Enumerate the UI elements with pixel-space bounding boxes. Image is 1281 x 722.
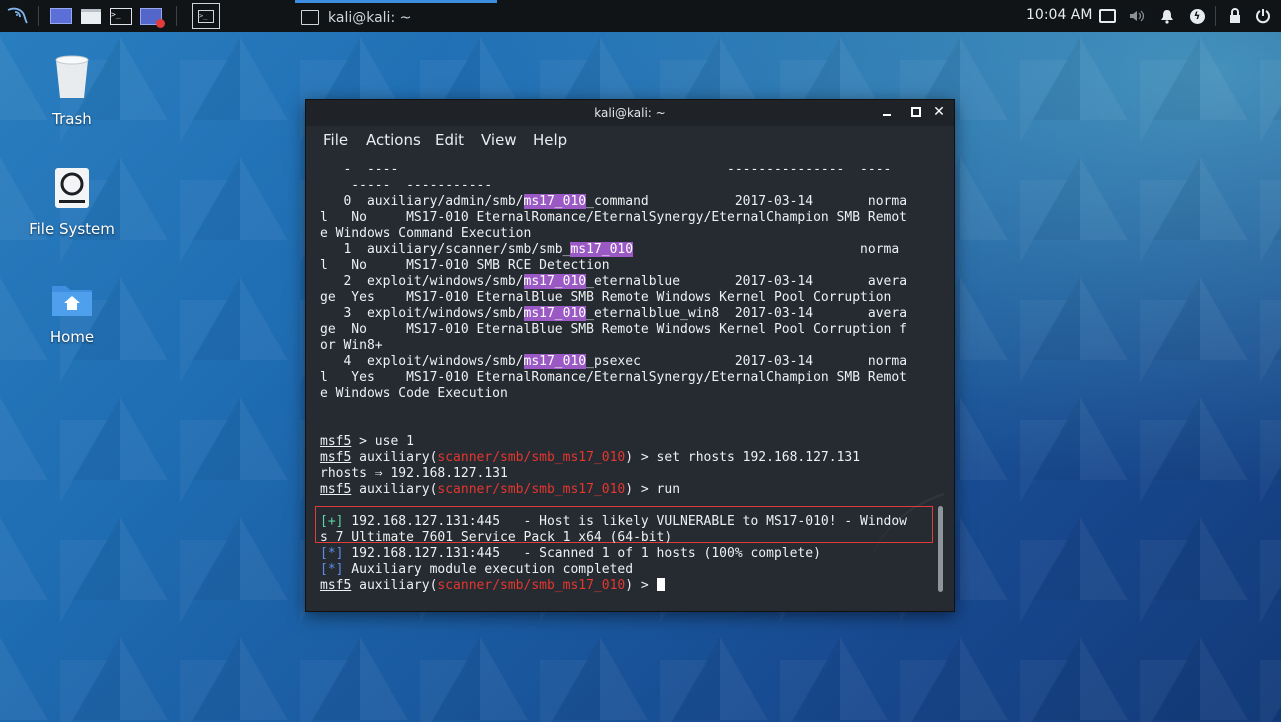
hard-drive-icon	[55, 168, 89, 208]
maximize-icon[interactable]	[907, 103, 925, 121]
result-status: [*] Auxiliary module execution completed	[320, 562, 634, 577]
terminal-output[interactable]: - ---- --------------- ---- ----- ------…	[306, 154, 944, 610]
text-cursor	[656, 578, 665, 591]
module-row: e Windows Command Execution	[320, 226, 532, 241]
result-vulnerable: s 7 Ultimate 7601 Service Pack 1 x64 (64…	[320, 530, 673, 545]
minimize-icon[interactable]	[878, 103, 896, 121]
power-manager-icon[interactable]: ϟ	[1187, 6, 1207, 26]
kali-menu-icon[interactable]	[4, 3, 30, 29]
command-output: rhosts ⇒ 192.168.127.131	[320, 466, 508, 481]
desktop-icon-label: Home	[49, 328, 95, 346]
desktop-icon-home[interactable]: Home	[17, 282, 127, 346]
terminal-icon[interactable]: >_	[110, 5, 132, 27]
menu-view[interactable]: View	[481, 131, 517, 149]
module-row: e Windows Code Execution	[320, 386, 508, 401]
kali-watermark	[866, 484, 944, 610]
table-separator: - ---- --------------- ----	[320, 162, 892, 177]
result-status: [*] 192.168.127.131:445 - Scanned 1 of 1…	[320, 546, 821, 561]
terminal-menubar: File Actions Edit View Help	[306, 126, 954, 154]
display-icon[interactable]	[1097, 6, 1117, 26]
table-separator: ----- -----------	[320, 178, 493, 193]
prompt-line: msf5 auxiliary(scanner/smb/smb_ms17_010)…	[320, 578, 665, 594]
window-title: kali@kali: ~	[594, 106, 666, 120]
desktop-icon-label: Trash	[52, 110, 92, 128]
logout-icon[interactable]	[1253, 6, 1273, 26]
menu-file[interactable]: File	[323, 131, 348, 149]
panel-separator	[1215, 6, 1216, 26]
window-titlebar[interactable]: kali@kali: ~ ✕	[306, 100, 954, 126]
result-vulnerable: [+] 192.168.127.131:445 - Host is likely…	[320, 514, 908, 529]
panel-separator	[38, 6, 39, 26]
taskbar-item-terminal[interactable]: kali@kali: ~	[295, 0, 497, 32]
prompt-line: msf5 auxiliary(scanner/smb/smb_ms17_010)…	[320, 450, 861, 465]
show-desktop-icon[interactable]: >_	[192, 3, 220, 29]
terminal-window[interactable]: kali@kali: ~ ✕ File Actions Edit View He…	[305, 99, 955, 612]
module-row: 3 exploit/windows/smb/ms17_010_eternalbl…	[320, 306, 908, 321]
lock-screen-icon[interactable]	[1225, 6, 1245, 26]
clock[interactable]: 10:04 AM	[1026, 7, 1092, 23]
panel-separator	[176, 6, 177, 26]
terminal-window-icon	[301, 10, 319, 25]
module-row: l No MS17-010 SMB RCE Detection	[320, 258, 610, 273]
volume-icon[interactable]	[1127, 6, 1147, 26]
module-row: l No MS17-010 EternalRomance/EternalSyne…	[320, 210, 907, 225]
trash-icon	[55, 55, 89, 98]
taskbar-item-label: kali@kali: ~	[328, 9, 412, 26]
desktop-icon-label: File System	[29, 220, 115, 238]
workspace-icon[interactable]	[50, 5, 72, 27]
file-manager-icon[interactable]	[80, 5, 102, 27]
menu-actions[interactable]: Actions	[366, 131, 421, 149]
top-panel: >_ >_ kali@kali: ~ 10:04 AM ϟ	[0, 0, 1281, 32]
terminal-scrollbar[interactable]	[938, 506, 943, 592]
menu-edit[interactable]: Edit	[435, 131, 464, 149]
module-row: 1 auxiliary/scanner/smb/smb_ms17_010 nor…	[320, 242, 900, 257]
prompt-line: msf5 > use 1	[320, 434, 414, 449]
module-row: ge Yes MS17-010 EternalBlue SMB Remote W…	[320, 290, 892, 305]
module-row: 2 exploit/windows/smb/ms17_010_eternalbl…	[320, 274, 908, 289]
module-row: 4 exploit/windows/smb/ms17_010_psexec 20…	[320, 354, 908, 369]
module-row: 0 auxiliary/admin/smb/ms17_010_command 2…	[320, 194, 908, 209]
close-icon[interactable]: ✕	[930, 103, 948, 121]
home-folder-icon	[52, 286, 92, 316]
screen-recorder-icon[interactable]	[140, 5, 165, 28]
prompt-line: msf5 auxiliary(scanner/smb/smb_ms17_010)…	[320, 482, 681, 497]
module-row: or Win8+	[320, 338, 383, 353]
menu-help[interactable]: Help	[533, 131, 567, 149]
module-row: ge No MS17-010 EternalBlue SMB Remote Wi…	[320, 322, 907, 337]
desktop-icon-trash[interactable]: Trash	[17, 54, 127, 128]
module-row: l Yes MS17-010 EternalRomance/EternalSyn…	[320, 370, 907, 385]
notifications-icon[interactable]	[1157, 6, 1177, 26]
desktop-icon-file-system[interactable]: File System	[17, 166, 127, 238]
